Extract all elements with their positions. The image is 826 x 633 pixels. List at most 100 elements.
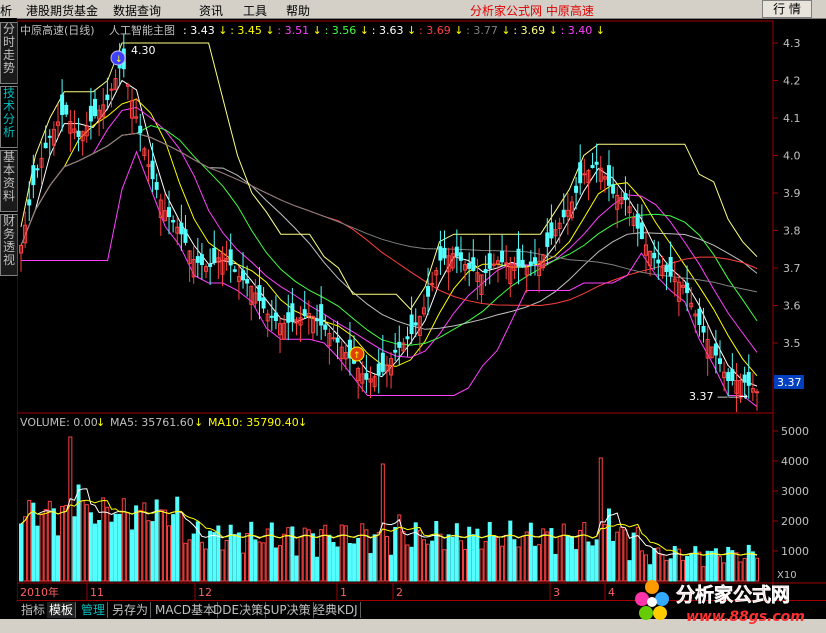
- window-title: 分析家公式网 中原高速: [470, 4, 594, 18]
- candle-body: [426, 286, 431, 297]
- candle-body: [241, 270, 246, 281]
- tab-save-as[interactable]: 另存为: [110, 602, 152, 618]
- x-tick-label: 11: [90, 586, 104, 599]
- candle-body: [652, 252, 657, 259]
- candle-body: [245, 279, 250, 284]
- volume-bar: [331, 542, 336, 582]
- volume-bar: [39, 514, 44, 582]
- line-ma-red: [20, 132, 758, 307]
- tab-indicator[interactable]: 指标: [19, 602, 49, 618]
- volume-bar: [442, 549, 447, 582]
- volume-bar: [282, 533, 287, 582]
- candle-body: [664, 265, 669, 272]
- volume-bar: [261, 542, 266, 582]
- volume-bar: [187, 539, 192, 582]
- tab-macd[interactable]: MACD基本: [153, 602, 218, 618]
- candle-body: [454, 246, 459, 257]
- volume-bar: [409, 546, 414, 582]
- tab-manage[interactable]: 管理: [79, 602, 109, 618]
- volume-bar: [364, 529, 369, 582]
- candle-body: [257, 285, 262, 302]
- candle-body: [582, 173, 587, 176]
- volume-bar: [23, 516, 28, 582]
- candle-body: [635, 213, 640, 229]
- menu-item-analysis[interactable]: 析: [0, 2, 12, 19]
- chart-area[interactable]: 中原高速(日线) 人工智能主图 : 3.43 ↓: 3.45 ↓: 3.51 ↓: 3…: [17, 18, 826, 601]
- candle-body: [520, 259, 525, 268]
- tab-dde[interactable]: DDE决策: [211, 602, 267, 618]
- volume-bar: [319, 529, 324, 582]
- volume-bar: [212, 532, 217, 582]
- tab-kdj[interactable]: 经典KDJ: [311, 602, 361, 618]
- volume-bar: [528, 522, 533, 582]
- volume-bar: [105, 506, 110, 582]
- volume-bar: [335, 546, 340, 582]
- volume-bar: [191, 533, 196, 582]
- candle-body: [730, 369, 735, 381]
- volume-bar: [582, 522, 587, 582]
- tab-sup[interactable]: SUP决策: [261, 602, 314, 618]
- candle-body: [483, 269, 488, 274]
- volume-bar: [512, 539, 517, 582]
- volume-bar: [130, 529, 135, 582]
- down-arrow-icon: ↓: [298, 416, 307, 429]
- candle-body: [574, 185, 579, 193]
- candle-body: [685, 282, 690, 294]
- volume-bar: [405, 544, 410, 582]
- tab-template[interactable]: 模板: [47, 602, 77, 618]
- volume-bar: [590, 545, 595, 582]
- legend-value: : 3.69: [513, 24, 545, 37]
- down-arrow-icon: ↓: [218, 24, 227, 37]
- volume-bar: [35, 525, 40, 582]
- tab-fundamentals[interactable]: 基本资料: [0, 150, 18, 212]
- y-tick-label: 3.9: [783, 187, 801, 200]
- candle-body: [639, 222, 644, 240]
- volume-bar: [520, 536, 525, 582]
- volume-bar: [541, 528, 546, 582]
- indicator-name: 人工智能主图: [109, 23, 175, 37]
- volume-bar: [495, 536, 500, 582]
- x-tick-label: 4: [608, 586, 615, 599]
- volume-bar: [463, 548, 468, 582]
- volume-bar: [615, 531, 620, 582]
- candle-body: [578, 162, 583, 184]
- candle-body: [212, 247, 217, 263]
- volume-bar: [578, 529, 583, 582]
- volume-bar: [598, 457, 603, 582]
- candle-body: [76, 130, 81, 137]
- volume-bar: [545, 531, 550, 582]
- tab-intraday[interactable]: 分时走势: [0, 22, 18, 84]
- candle-body: [713, 343, 718, 356]
- x-tick-label: 1: [340, 586, 347, 599]
- down-arrow-icon: ↓: [96, 416, 105, 429]
- quote-button[interactable]: 行 情: [762, 0, 812, 18]
- menu-item-data-query[interactable]: 数据查询: [113, 2, 161, 19]
- candlesticks: [19, 33, 759, 413]
- candle-body: [606, 165, 611, 186]
- tab-technical[interactable]: 技术分析: [0, 86, 18, 148]
- down-arrow-icon: ↓: [501, 24, 510, 37]
- candle-body: [458, 252, 463, 261]
- menu-item-help[interactable]: 帮助: [286, 2, 310, 19]
- volume-bar: [413, 522, 418, 582]
- legend-value: : 3.69: [419, 24, 451, 37]
- menu-item-news[interactable]: 资讯: [199, 2, 223, 19]
- volume-bar: [594, 539, 599, 582]
- tab-financial[interactable]: 财务透视: [0, 214, 18, 276]
- candle-body: [438, 246, 443, 261]
- volume-bar: [384, 535, 389, 582]
- y-tick-label: 4.2: [783, 75, 801, 88]
- volume-bar: [323, 524, 328, 582]
- menu-item-hk-futures[interactable]: 港股期货基金: [26, 2, 98, 19]
- candle-body: [668, 256, 673, 277]
- candle-body: [302, 309, 307, 317]
- candle-body: [393, 349, 398, 353]
- candle-body: [726, 372, 731, 381]
- volume-bar: [631, 532, 636, 582]
- menu-item-tools[interactable]: 工具: [243, 2, 267, 19]
- y-tick-label: 5000: [781, 425, 809, 438]
- volume-bar: [269, 522, 274, 582]
- candle-body: [183, 229, 188, 243]
- volume-bar: [60, 505, 65, 582]
- volume-bar: [504, 534, 509, 582]
